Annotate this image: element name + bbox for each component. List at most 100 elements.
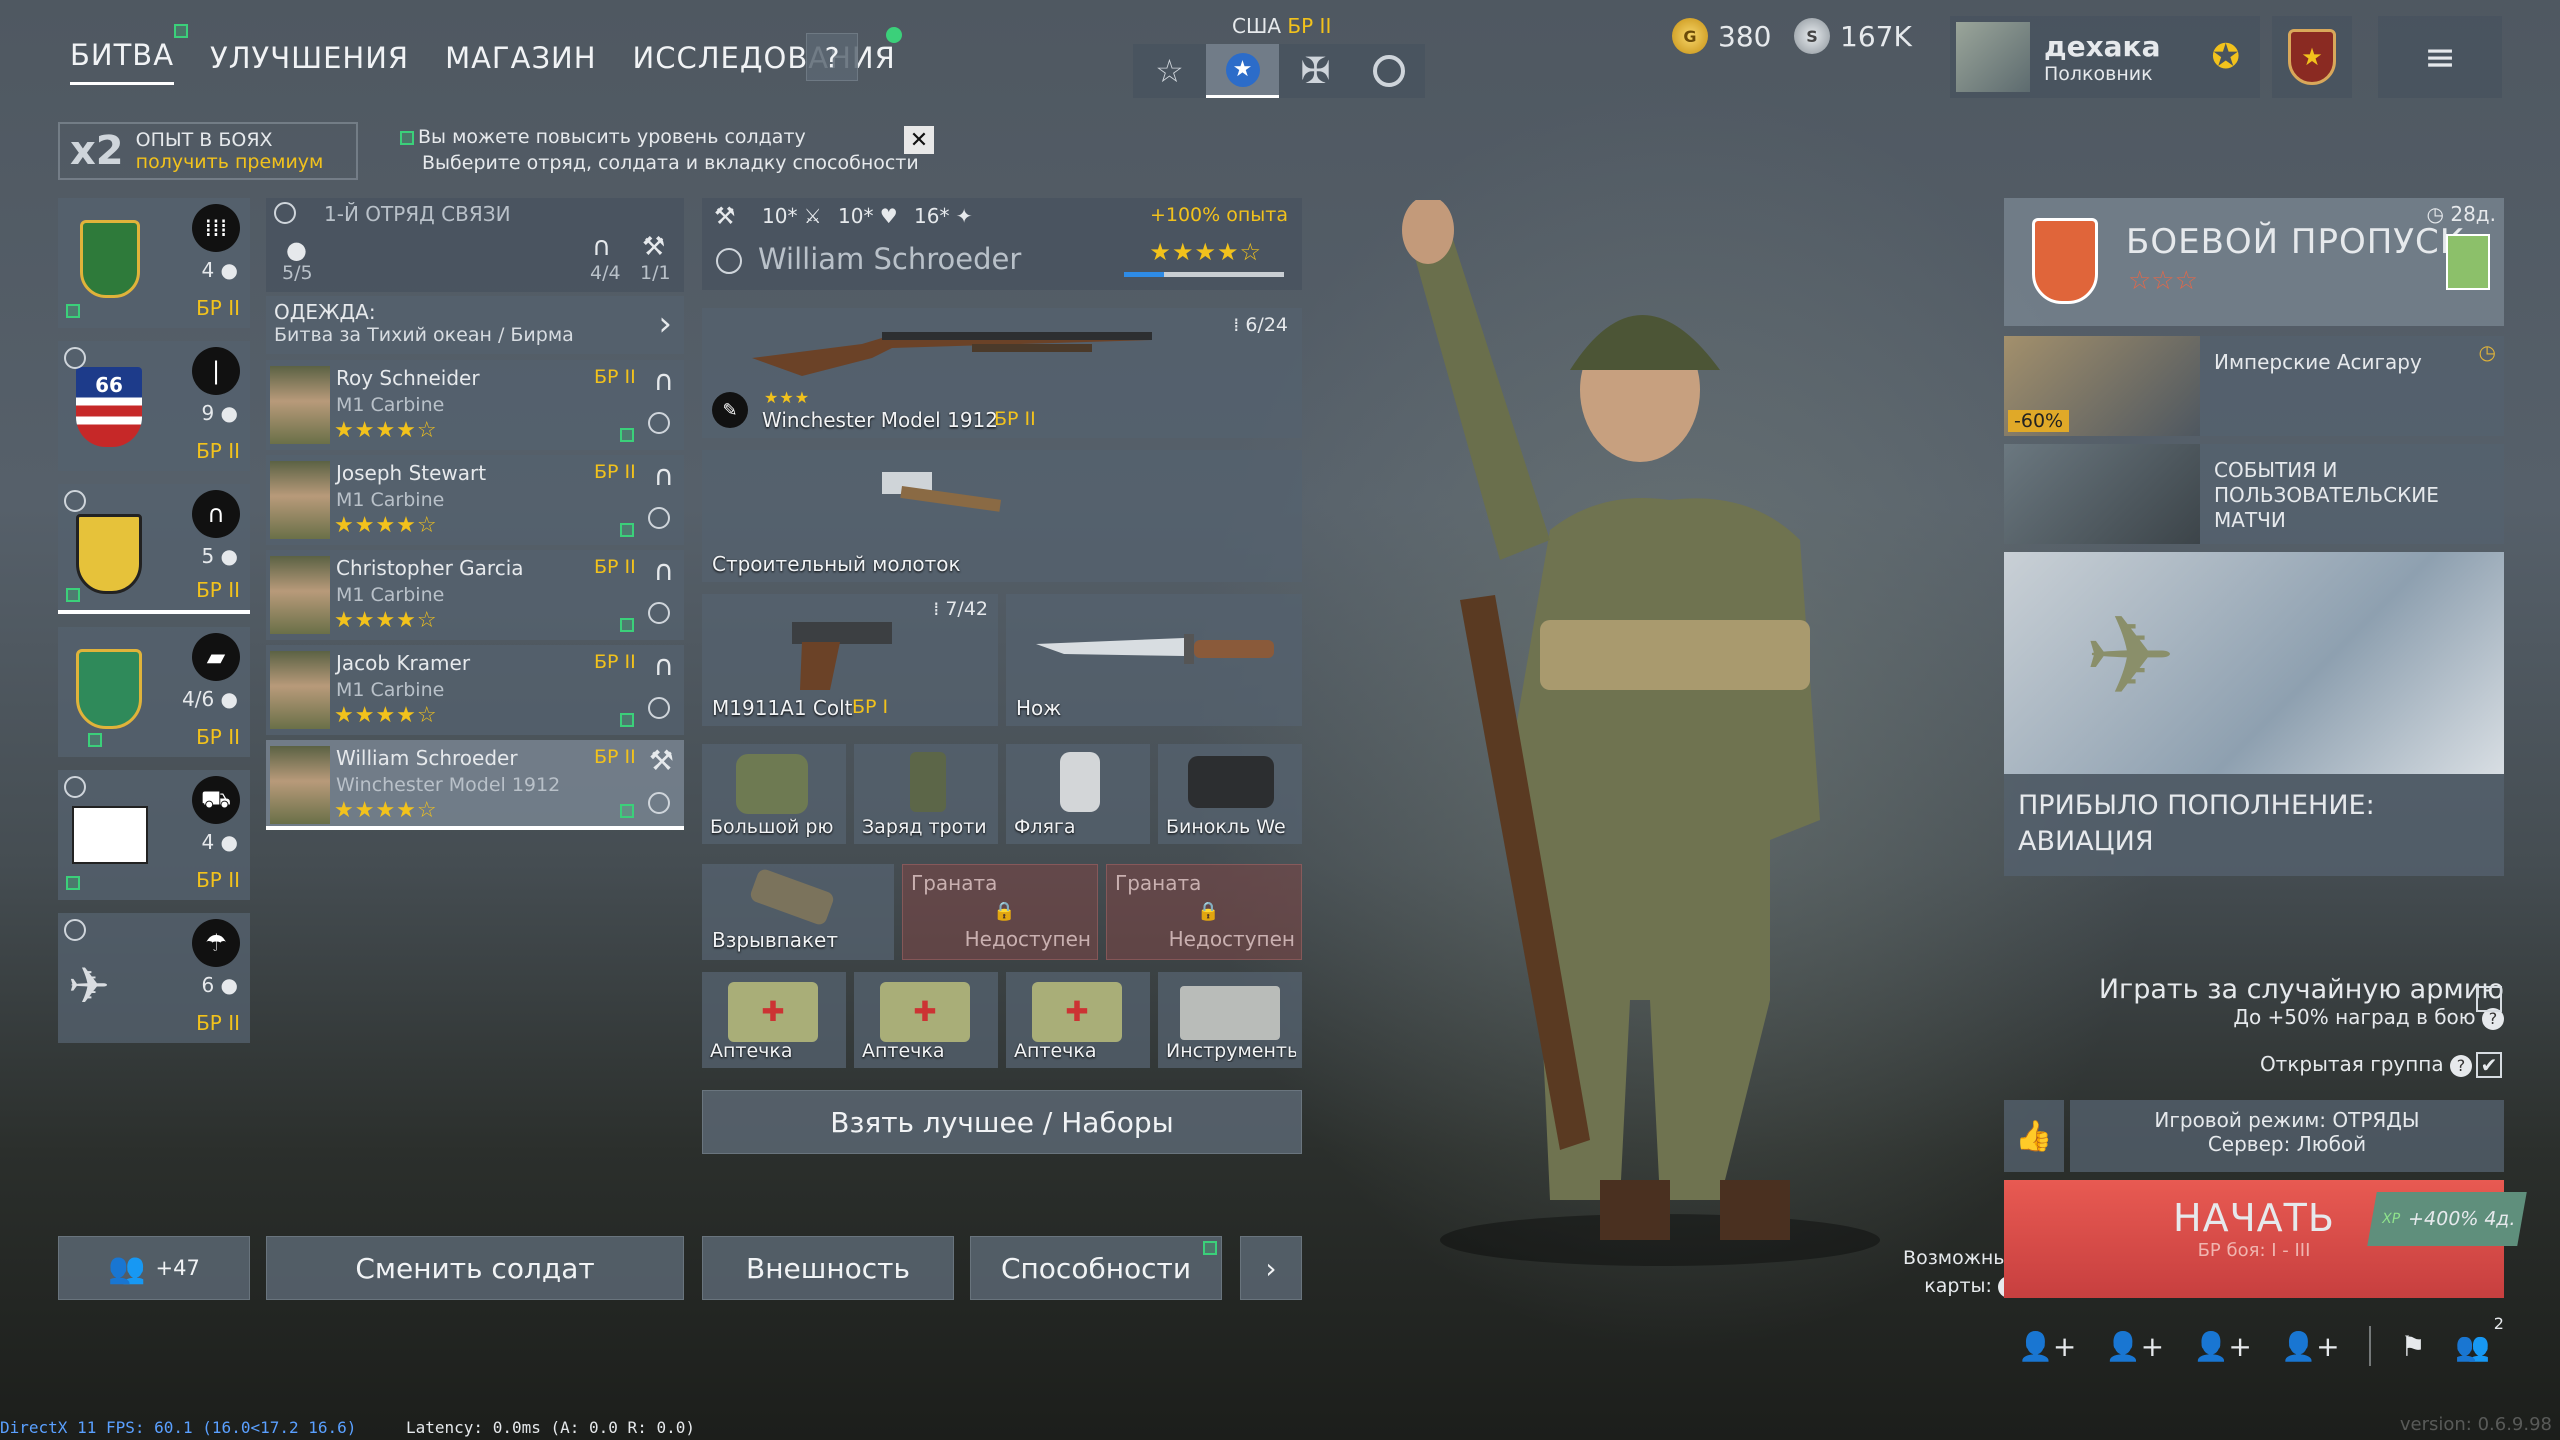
soldier-rank-stars: ★★★★☆ xyxy=(1149,238,1262,266)
add-friend-icon[interactable]: 👤+ xyxy=(2281,1330,2339,1363)
flag-icon[interactable]: ⚑ xyxy=(2401,1330,2426,1363)
exp-bonus-box[interactable]: x2 ОПЫТ В БОЯХ получить премиум xyxy=(58,122,358,180)
like-button[interactable]: 👍 xyxy=(2004,1100,2064,1172)
soldier-stars: ★★★★☆ xyxy=(334,513,438,538)
medkit-slot[interactable]: ✚ Аптечка xyxy=(854,972,998,1068)
medkit-slot[interactable]: ✚ Аптечка xyxy=(702,972,846,1068)
soldier-stars: ★★★★☆ xyxy=(334,703,438,728)
binoculars-slot[interactable]: Бинокль We xyxy=(1158,744,1302,844)
open-group-checkbox[interactable]: ✔ xyxy=(2476,1052,2502,1078)
soldier-row[interactable]: Joseph Stewart M1 Carbine ★★★★☆ БР II ∩ xyxy=(266,455,684,545)
upgrade-indicator-icon xyxy=(620,713,634,727)
parachute-class-icon: ☂ xyxy=(192,919,240,967)
add-friend-icon[interactable]: 👤+ xyxy=(2106,1330,2164,1363)
soldier-row[interactable]: Jacob Kramer M1 Carbine ★★★★☆ БР II ∩ xyxy=(266,645,684,735)
nation-japan-icon[interactable] xyxy=(1352,44,1425,98)
party-icon[interactable]: 👥 2 xyxy=(2455,1314,2504,1363)
kit-name: Аптечка xyxy=(710,1040,793,1062)
maps-label[interactable]: Возможные карты: ? xyxy=(1860,1244,2020,1300)
take-best-button[interactable]: Взять лучшее / Наборы xyxy=(702,1090,1302,1154)
nation-star-outline-icon[interactable]: ☆ xyxy=(1133,44,1206,98)
knife-slot[interactable]: Нож xyxy=(1006,594,1302,726)
squad-card[interactable]: 66 | 9 ● БР II xyxy=(58,341,250,471)
squad-count: 5 ● xyxy=(201,544,238,568)
tab-shop[interactable]: МАГАЗИН xyxy=(445,41,596,85)
change-soldier-button[interactable]: Сменить солдат xyxy=(266,1236,684,1300)
pistol-slot[interactable]: ⁞ 7/42 M1911A1 Colt БР I xyxy=(702,594,998,726)
random-army-checkbox[interactable] xyxy=(2476,986,2502,1012)
tool-slot[interactable]: Строительный молоток xyxy=(702,450,1302,582)
primary-weapon-slot[interactable]: ⁞ 6/24 ✎ ★★★ Winchester Model 1912 БР II xyxy=(702,308,1302,438)
tnt-slot[interactable]: Заряд троти xyxy=(854,744,998,844)
squad-card[interactable]: ✈ ☂ 6 ● БР II xyxy=(58,913,250,1043)
kit-name: Аптечка xyxy=(862,1040,945,1062)
tank-squad-emblem-icon xyxy=(76,649,142,729)
main-menu-button[interactable]: ≡ xyxy=(2378,16,2502,98)
clothing-selector[interactable]: ОДЕЖДА: Битва за Тихий океан / Бирма › xyxy=(266,296,684,354)
toolbox-slot[interactable]: Инструменты xyxy=(1158,972,1302,1068)
primary-br: БР II xyxy=(994,408,1036,430)
soldier-br: БР II xyxy=(594,651,636,673)
nation-usa-icon[interactable]: ★ xyxy=(1206,44,1279,98)
lock-icon: 🔒 xyxy=(1197,901,1220,922)
event-card[interactable]: -60% Имперские Асигару ◷ xyxy=(2004,336,2504,436)
silver-coin-icon: S xyxy=(1794,18,1830,54)
satchel-charge-slot[interactable]: Взрывпакет xyxy=(702,864,894,960)
invite-button[interactable]: 👥 +47 xyxy=(58,1236,250,1300)
squad-card[interactable]: ⛟ 4 ● БР II xyxy=(58,770,250,900)
abilities-button[interactable]: Способности xyxy=(970,1236,1222,1300)
medal-icon xyxy=(648,602,670,624)
kit-name: Аптечка xyxy=(1014,1040,1097,1062)
profile-card[interactable]: дехака Полковник ✪ xyxy=(1950,16,2260,98)
xp-boost-badge[interactable]: XP +400% 4д. xyxy=(2367,1192,2527,1246)
gold-currency[interactable]: G 380 xyxy=(1672,18,1771,54)
upgrade-indicator-icon xyxy=(1203,1241,1217,1255)
backpack-icon xyxy=(736,754,808,814)
canteen-icon xyxy=(1060,752,1100,812)
backpack-slot[interactable]: Большой рю xyxy=(702,744,846,844)
aircraft-icon: ✈ xyxy=(2084,592,2177,720)
toolbox-icon xyxy=(1180,986,1280,1040)
new-indicator-icon xyxy=(174,24,189,38)
custom-matches-card[interactable]: СОБЫТИЯ И ПОЛЬЗОВАТЕЛЬСКИЕ МАТЧИ xyxy=(2004,444,2504,544)
squad-card[interactable]: ▰ 4/6 ● БР II xyxy=(58,627,250,757)
nation-germany-icon[interactable]: ✠ xyxy=(1279,44,1352,98)
medal-icon xyxy=(64,919,86,941)
binoculars-icon xyxy=(1188,756,1274,808)
tab-battle[interactable]: БИТВА xyxy=(70,24,189,85)
squad-br: БР II xyxy=(196,296,240,320)
silver-currency[interactable]: S 167K xyxy=(1794,18,1912,54)
thumbs-up-icon: 👍 xyxy=(2015,1118,2053,1154)
news-banner[interactable]: ✈ ПРИБЫЛО ПОПОЛНЕНИЕ: АВИАЦИЯ xyxy=(2004,552,2504,876)
add-friend-icon[interactable]: 👤+ xyxy=(2194,1330,2252,1363)
medal-icon xyxy=(274,202,296,224)
squad-card[interactable]: ⁞⁞⁞ 4 ● БР II xyxy=(58,198,250,328)
canteen-slot[interactable]: Фляга xyxy=(1006,744,1150,844)
wrench-icon: ⚒ xyxy=(714,202,736,230)
help-button[interactable]: ? xyxy=(806,33,858,81)
appearance-button[interactable]: Внешность xyxy=(702,1236,954,1300)
stat-health: 10* ♥ xyxy=(838,204,898,228)
patch-66-icon: 66 xyxy=(76,367,142,447)
soldier-row[interactable]: Roy Schneider M1 Carbine ★★★★☆ БР II ∩ xyxy=(266,360,684,450)
close-icon: ✕ xyxy=(909,127,929,153)
squad-card-selected[interactable]: ∩ 5 ● БР II xyxy=(58,484,250,614)
close-notice-button[interactable]: ✕ xyxy=(904,126,934,154)
game-mode-selector[interactable]: Игровой режим: ОТРЯДЫ Сервер: Любой xyxy=(2070,1100,2504,1172)
soldier-icon: ● xyxy=(286,236,307,264)
battlepass-card[interactable]: БОЕВОЙ ПРОПУСК ☆☆☆ ◷ 28д. xyxy=(2004,198,2504,326)
soldier-name: Jacob Kramer xyxy=(336,651,471,675)
tab-upgrades[interactable]: УЛУЧШЕНИЯ xyxy=(210,41,409,85)
add-friend-icon[interactable]: 👤+ xyxy=(2018,1330,2076,1363)
paratrooper-wings-icon: ✈ xyxy=(68,957,110,1015)
division-emblem-button[interactable]: ★ xyxy=(2272,16,2352,98)
hammer-icon xyxy=(872,464,1012,534)
more-abilities-button[interactable]: › xyxy=(1240,1236,1302,1300)
soldier-row-selected[interactable]: William Schroeder Winchester Model 1912 … xyxy=(266,740,684,830)
upgrade-indicator-icon xyxy=(620,804,634,818)
get-premium-link[interactable]: получить премиум xyxy=(136,151,324,173)
squad-count: 4 ● xyxy=(201,830,238,854)
soldier-portrait xyxy=(270,461,330,539)
soldier-row[interactable]: Christopher Garcia M1 Carbine ★★★★☆ БР I… xyxy=(266,550,684,640)
medkit-slot[interactable]: ✚ Аптечка xyxy=(1006,972,1150,1068)
